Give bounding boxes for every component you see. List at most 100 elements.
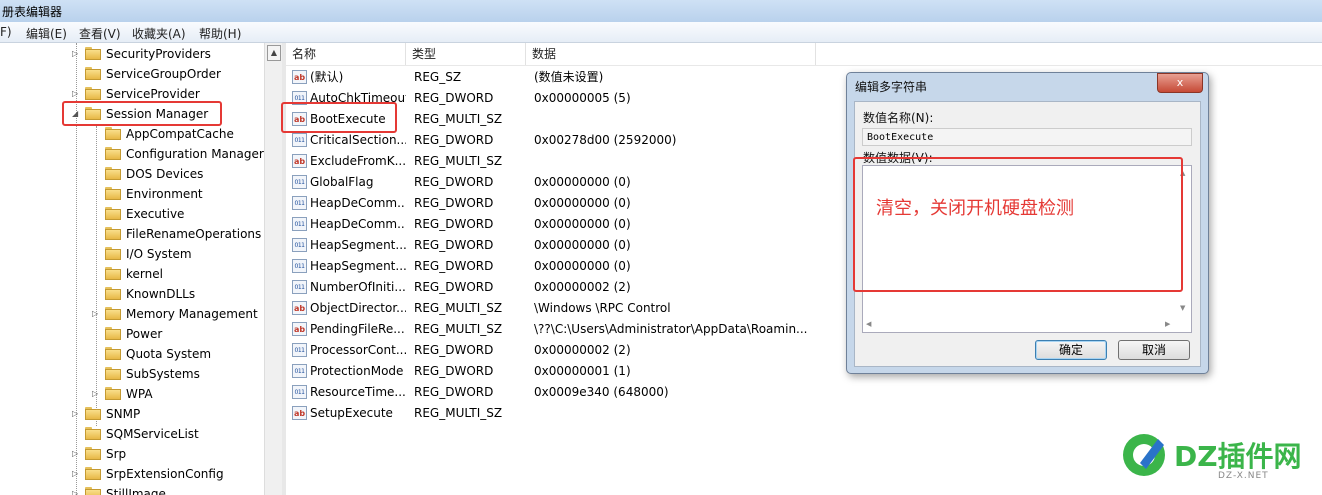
tree-item[interactable]: kernel (0, 264, 264, 284)
scroll-left-icon[interactable]: ◀ (866, 320, 871, 328)
close-button[interactable]: x (1157, 73, 1203, 93)
value-row[interactable]: 011 ProcessorCont... REG_DWORD 0x00000002 (… (286, 340, 846, 361)
tree-item[interactable]: FileRenameOperations (0, 224, 264, 244)
tree-item[interactable]: ▷ SrpExtensionConfig (0, 464, 264, 484)
tree-item[interactable]: Power (0, 324, 264, 344)
tree-item[interactable]: ▷ SecurityProviders (0, 44, 264, 64)
tree-item[interactable]: ▷ SNMP (0, 404, 264, 424)
column-header-type[interactable]: 类型 (406, 43, 526, 65)
column-header-data[interactable]: 数据 (526, 43, 816, 65)
value-row[interactable]: ab ObjectDirector... REG_MULTI_SZ \Windows … (286, 298, 846, 319)
tree-item[interactable]: Environment (0, 184, 264, 204)
value-row[interactable]: 011 ProtectionMode REG_DWORD 0x00000001 (1) (286, 361, 846, 382)
folder-icon (105, 307, 121, 320)
tree-item-label: Environment (126, 187, 203, 201)
menu-help[interactable]: 帮助(H) (199, 25, 241, 42)
value-data: 0x00000000 (0) (534, 175, 631, 189)
textarea-horizontal-scrollbar[interactable]: ◀ ▶ (863, 318, 1179, 332)
menu-edit[interactable]: 编辑(E) (26, 25, 67, 42)
expand-toggle-icon[interactable]: ▷ (72, 404, 82, 424)
value-data: 0x0009e340 (648000) (534, 385, 669, 399)
value-row[interactable]: ab SetupExecute REG_MULTI_SZ (286, 403, 846, 424)
value-type: REG_MULTI_SZ (414, 406, 503, 420)
expand-toggle-icon[interactable]: ▷ (92, 384, 102, 404)
binary-value-icon: 011 (292, 385, 307, 399)
tree-item[interactable]: ▷ StillImage (0, 484, 264, 495)
value-type: REG_DWORD (414, 91, 494, 105)
value-row[interactable]: 011 NumberOfIniti... REG_DWORD 0x00000002 (… (286, 277, 846, 298)
value-type: REG_DWORD (414, 238, 494, 252)
value-data: 0x00000000 (0) (534, 217, 631, 231)
value-row[interactable]: ab (默认) REG_SZ (数值未设置) (286, 67, 846, 88)
value-data: 0x00000000 (0) (534, 259, 631, 273)
menu-favorites[interactable]: 收藏夹(A) (132, 25, 186, 42)
binary-value-icon: 011 (292, 343, 307, 357)
value-row[interactable]: 011 HeapDeComm... REG_DWORD 0x00000000 (0) (286, 214, 846, 235)
ok-button[interactable]: 确定 (1035, 340, 1107, 360)
value-name: NumberOfIniti... (310, 280, 406, 294)
tree-item-label: DOS Devices (126, 167, 204, 181)
binary-value-icon: 011 (292, 238, 307, 252)
value-data: \Windows \RPC Control (534, 301, 671, 315)
tree-item[interactable]: Executive (0, 204, 264, 224)
folder-icon (105, 247, 121, 260)
tree-item-label: ServiceGroupOrder (106, 67, 221, 81)
folder-icon (85, 87, 101, 100)
value-type: REG_DWORD (414, 385, 494, 399)
binary-value-icon: 011 (292, 364, 307, 378)
folder-icon (105, 187, 121, 200)
value-row[interactable]: 011 ResourceTime... REG_DWORD 0x0009e340 (6… (286, 382, 846, 403)
folder-icon (105, 387, 121, 400)
folder-icon (85, 67, 101, 80)
value-type: REG_DWORD (414, 364, 494, 378)
tree-item[interactable]: ServiceGroupOrder (0, 64, 264, 84)
expand-toggle-icon[interactable]: ▷ (72, 464, 82, 484)
cancel-button[interactable]: 取消 (1118, 340, 1190, 360)
tree-item-label: WPA (126, 387, 153, 401)
tree-item[interactable]: I/O System (0, 244, 264, 264)
tree-item[interactable]: AppCompatCache (0, 124, 264, 144)
scroll-right-icon[interactable]: ▶ (1165, 320, 1170, 328)
column-header-name[interactable]: 名称 (286, 43, 406, 65)
scroll-down-icon[interactable]: ▼ (1180, 304, 1185, 312)
value-type: REG_DWORD (414, 259, 494, 273)
tree-item[interactable]: ▷ Memory Management (0, 304, 264, 324)
tree-item[interactable]: Quota System (0, 344, 264, 364)
value-row[interactable]: ab ExcludeFromK... REG_MULTI_SZ (286, 151, 846, 172)
folder-icon (105, 207, 121, 220)
tree-item[interactable]: SQMServiceList (0, 424, 264, 444)
tree-item-label: SQMServiceList (106, 427, 199, 441)
value-row[interactable]: 011 HeapSegment... REG_DWORD 0x00000000 (0) (286, 256, 846, 277)
value-row[interactable]: 011 CriticalSection... REG_DWORD 0x00278d00… (286, 130, 846, 151)
value-type: REG_DWORD (414, 280, 494, 294)
expand-toggle-icon[interactable]: ▷ (72, 44, 82, 64)
menu-file[interactable]: F) (0, 25, 12, 39)
watermark-url: DZ-X.NET (1218, 471, 1269, 481)
value-row[interactable]: 011 HeapSegment... REG_DWORD 0x00000000 (0) (286, 235, 846, 256)
expand-toggle-icon[interactable]: ▷ (72, 484, 82, 495)
tree-item[interactable]: DOS Devices (0, 164, 264, 184)
scroll-up-icon[interactable]: ▲ (267, 45, 281, 61)
value-row[interactable]: 011 GlobalFlag REG_DWORD 0x00000000 (0) (286, 172, 846, 193)
tree-scrollbar[interactable]: ▲ (264, 43, 282, 495)
binary-value-icon: 011 (292, 175, 307, 189)
menu-view[interactable]: 查看(V) (79, 25, 121, 42)
tree-item[interactable]: ▷ WPA (0, 384, 264, 404)
value-row[interactable]: 011 HeapDeComm... REG_DWORD 0x00000000 (0) (286, 193, 846, 214)
expand-toggle-icon[interactable]: ▷ (72, 444, 82, 464)
expand-toggle-icon[interactable]: ▷ (92, 304, 102, 324)
tree-item[interactable]: SubSystems (0, 364, 264, 384)
tree-item[interactable]: Configuration Manager (0, 144, 264, 164)
value-type: REG_MULTI_SZ (414, 112, 503, 126)
value-name: HeapSegment... (310, 259, 406, 273)
value-name-field[interactable]: BootExecute (862, 128, 1192, 146)
value-row[interactable]: ab PendingFileRe... REG_MULTI_SZ \??\C:\Use… (286, 319, 846, 340)
folder-icon (105, 147, 121, 160)
value-name: SetupExecute (310, 406, 393, 420)
tree-item[interactable]: KnownDLLs (0, 284, 264, 304)
tree-item[interactable]: ▷ Srp (0, 444, 264, 464)
folder-icon (85, 47, 101, 60)
value-type: REG_SZ (414, 70, 462, 84)
tree-item-label: I/O System (126, 247, 192, 261)
value-name: HeapDeComm... (310, 196, 406, 210)
